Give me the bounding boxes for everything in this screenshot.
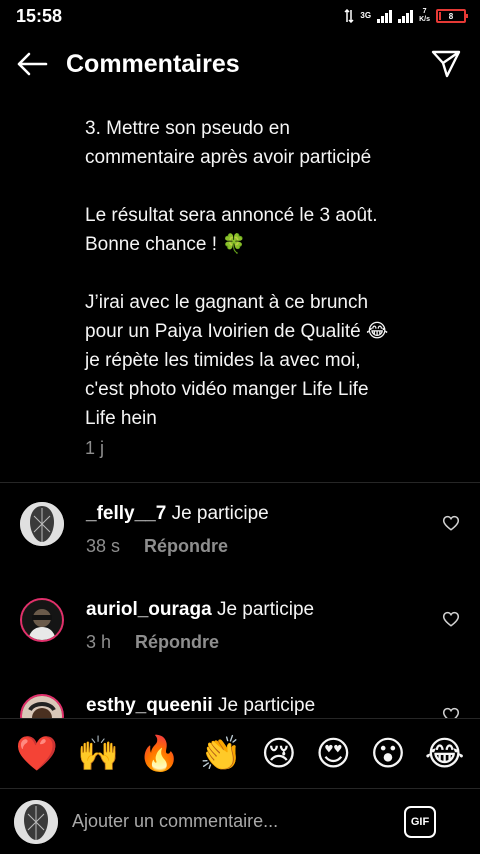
network-speed: 7 K/s — [419, 8, 430, 24]
comment-body: _felly__7 Je participe — [86, 502, 269, 526]
post-caption: 3. Mettre son pseudo en commentaire aprè… — [85, 114, 445, 433]
reply-button[interactable]: Répondre — [144, 536, 228, 557]
emoji-crying-button[interactable]: 😢 — [261, 734, 296, 774]
caption-paragraph: 3. Mettre son pseudo en commentaire aprè… — [85, 118, 372, 168]
comment-composer: GIF — [0, 788, 480, 854]
gif-button[interactable]: GIF — [404, 805, 436, 838]
reply-button[interactable]: Répondre — [135, 632, 219, 653]
comment-time: 3 h — [86, 632, 112, 652]
comment-body: auriol_ouraga Je participe — [86, 598, 314, 622]
comment-item: auriol_ouraga Je participe 3 h Répondre — [0, 598, 480, 678]
comment-meta: 3 h Répondre — [86, 632, 219, 653]
caption-timestamp: 1 j — [85, 438, 105, 458]
paper-plane-icon — [431, 50, 461, 78]
emoji-heart-button[interactable]: ❤️ — [16, 734, 58, 774]
avatar[interactable] — [20, 502, 64, 546]
speed-value: 7 — [422, 8, 427, 15]
caption-paragraph: Le résultat sera annoncé le 3 août. Bonn… — [85, 205, 378, 255]
emoji-raised-hands-button[interactable]: 🙌 — [77, 734, 119, 774]
network-type: 3G — [360, 11, 372, 20]
comment-username[interactable]: esthy_queenii — [86, 695, 213, 716]
heart-icon[interactable] — [442, 514, 460, 532]
comment-body: esthy_queenii Je participe — [86, 694, 315, 718]
comment-username[interactable]: auriol_ouraga — [86, 599, 212, 620]
signal-icon-2 — [398, 9, 414, 23]
status-bar: 15:58 3G 7 K/s 8 — [0, 0, 480, 32]
comment-item: _felly__7 Je participe 38 s Répondre — [0, 502, 480, 582]
emoji-laughing-button[interactable]: 😂 — [425, 734, 465, 774]
status-time: 15:58 — [16, 5, 63, 26]
comment-text: Je participe — [171, 503, 269, 524]
back-button[interactable] — [14, 46, 50, 82]
emoji-clap-button[interactable]: 👏 — [200, 734, 242, 774]
comment-input[interactable] — [72, 811, 404, 832]
avatar — [14, 799, 58, 844]
page-title: Commentaires — [66, 49, 240, 78]
divider — [0, 482, 480, 483]
battery-icon: 8 — [436, 9, 468, 23]
arrow-left-icon — [17, 52, 48, 76]
comment-text: Je participe — [216, 599, 315, 620]
header: Commentaires — [0, 32, 480, 96]
avatar[interactable] — [20, 598, 64, 642]
battery-level — [439, 12, 442, 20]
comment-text: Je participe — [218, 695, 316, 716]
gif-label: GIF — [410, 815, 430, 828]
share-button[interactable] — [426, 44, 466, 84]
speed-unit: K/s — [419, 16, 430, 23]
emoji-quick-bar: ❤️ 🙌 🔥 👏 😢 😍 😮 😂 — [0, 718, 480, 788]
emoji-surprised-button[interactable]: 😮 — [370, 734, 405, 774]
heart-icon[interactable] — [442, 610, 460, 628]
comment-meta: 38 s Répondre — [86, 536, 228, 557]
emoji-fire-button[interactable]: 🔥 — [138, 734, 180, 774]
comment-time: 38 s — [86, 536, 121, 556]
caption-paragraph: J’irai avec le gagnant à ce brunch pour … — [85, 292, 389, 429]
signal-icon — [377, 9, 393, 23]
comment-username[interactable]: _felly__7 — [86, 503, 166, 524]
data-transfer-icon — [344, 9, 354, 23]
emoji-heart-eyes-button[interactable]: 😍 — [316, 734, 351, 774]
battery-text: 8 — [448, 11, 454, 21]
status-icons: 3G 7 K/s 8 — [344, 8, 468, 24]
